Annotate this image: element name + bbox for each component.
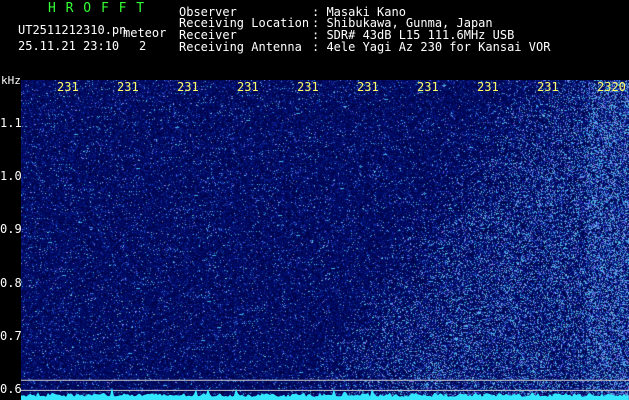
y-tick-label: 1.0 <box>0 169 22 183</box>
baseline-spectrum <box>20 387 629 400</box>
x-tick-label: 231 <box>177 80 199 94</box>
x-tick-label: 231 <box>417 80 439 94</box>
x-tick-label: 231 <box>297 80 319 94</box>
y-tick-label: 0.6 <box>0 382 22 397</box>
spectrogram-overlay <box>20 80 629 400</box>
info-value-antenna: : 4ele Yagi Az 230 for Kansai VOR <box>312 40 551 54</box>
mode-label: meteor <box>123 26 167 40</box>
x-tick-label: 231 <box>357 80 379 94</box>
y-tick-label: 0.9 <box>0 222 22 237</box>
x-tick-label: 231 <box>117 80 139 94</box>
x-tick-label: 231 <box>237 80 259 94</box>
file-name: UT2511212310.pn <box>18 23 127 37</box>
y-axis-label: kHz <box>1 74 21 87</box>
info-label-antenna: Receiving Antenna <box>179 40 302 54</box>
y-tick-label: 0.8 <box>0 275 22 290</box>
datetime: 25.11.21 23:10 <box>18 39 120 53</box>
spectrogram-plot <box>20 80 629 400</box>
x-tick-label: 2320 <box>597 80 626 94</box>
x-tick-label: 231 <box>57 80 79 94</box>
y-tick-label: 0.7 <box>0 329 22 343</box>
page: { "header": { "app_title": "H R O F F T"… <box>0 0 629 400</box>
app-title: H R O F F T <box>48 1 146 16</box>
y-tick-label: 1.1 <box>0 115 22 130</box>
x-tick-label: 231 <box>477 80 499 94</box>
x-tick-label: 231 <box>537 80 559 94</box>
counter: 2 <box>139 39 147 53</box>
